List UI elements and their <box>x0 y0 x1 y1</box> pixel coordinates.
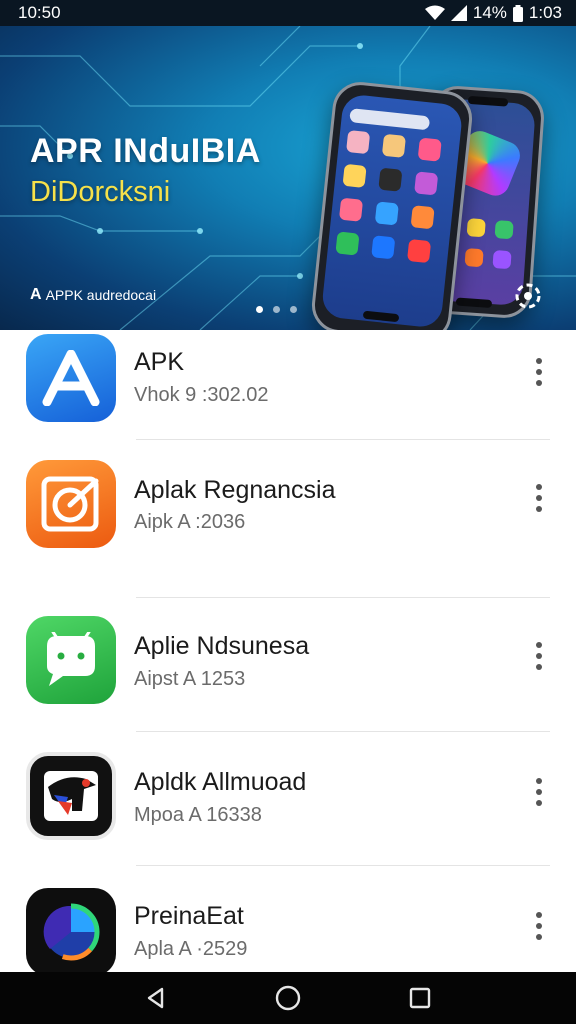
system-nav-bar <box>0 972 576 1024</box>
phone-mockup-front <box>309 79 475 330</box>
bird-logo-icon <box>26 752 116 840</box>
banner-title: APR INduIBIA <box>30 132 261 170</box>
carousel-dot-1[interactable] <box>256 306 263 313</box>
app-name: APK <box>134 348 185 376</box>
carousel-dots <box>256 306 297 313</box>
carousel-dot-3[interactable] <box>290 306 297 313</box>
app-grid <box>335 129 442 264</box>
app-meta: Mpoa A 16338 <box>134 804 262 826</box>
status-time: 10:50 <box>18 3 61 22</box>
carousel-dot-2[interactable] <box>273 306 280 313</box>
status-time-right: 1:03 <box>528 3 562 22</box>
app-meta: Aipst A 1253 <box>134 668 246 690</box>
app-name: Aplie Ndsunesa <box>134 632 310 660</box>
more-options-icon[interactable] <box>526 638 552 674</box>
phone-screen <box>320 93 464 329</box>
status-indicators: 14% 1:03 <box>424 3 562 23</box>
app-list-item[interactable]: Aplak Regnancsia Aipk A :2036 <box>0 460 576 598</box>
battery-icon <box>512 4 523 22</box>
promo-banner[interactable]: APR INduIBIA DiDorcksni A APPK audredoca… <box>0 26 576 330</box>
recents-icon[interactable] <box>403 981 437 1015</box>
more-options-icon[interactable] <box>526 774 552 810</box>
app-name: Aplak Regnancsia <box>134 476 336 504</box>
app-list-item[interactable]: Aplie Ndsunesa Aipst A 1253 <box>0 598 576 732</box>
apk-store-icon <box>26 334 116 422</box>
phone-home-button <box>455 297 493 308</box>
app-meta: Apla A ·2529 <box>134 938 248 960</box>
app-list: APK Vhok 9 :302.02 Aplak Regnancsia Aipk… <box>0 330 576 976</box>
android-chat-icon <box>26 616 116 704</box>
app-list-item[interactable]: Apldk Allmuoad Mpoa A 16338 <box>0 732 576 866</box>
brand-name: APPK audredocai <box>45 287 157 303</box>
banner-brand: A APPK audredocai <box>30 286 156 304</box>
battery-percent: 14% <box>472 3 507 22</box>
back-icon[interactable] <box>139 981 173 1015</box>
app-meta: Aipk A :2036 <box>134 511 246 533</box>
app-list-item[interactable]: APK Vhok 9 :302.02 <box>0 330 576 464</box>
app-meta: Vhok 9 :302.02 <box>134 384 269 406</box>
app-name: PreinaEat <box>134 902 244 930</box>
more-options-icon[interactable] <box>526 354 552 390</box>
brand-logo-icon: A <box>30 286 42 303</box>
wifi-icon <box>424 5 445 21</box>
ring-gauge-icon <box>26 888 116 976</box>
target-icon <box>26 460 116 548</box>
banner-subtitle: DiDorcksni <box>30 176 171 208</box>
more-options-icon[interactable] <box>526 908 552 944</box>
gear-badge-icon <box>515 283 541 309</box>
divider <box>136 439 550 440</box>
app-name: Apldk Allmuoad <box>134 768 307 796</box>
signal-icon <box>450 5 467 21</box>
home-icon[interactable] <box>271 981 305 1015</box>
phone-search-bar <box>349 108 431 131</box>
more-options-icon[interactable] <box>526 480 552 516</box>
status-bar: 10:50 14% 1:03 <box>0 0 576 26</box>
